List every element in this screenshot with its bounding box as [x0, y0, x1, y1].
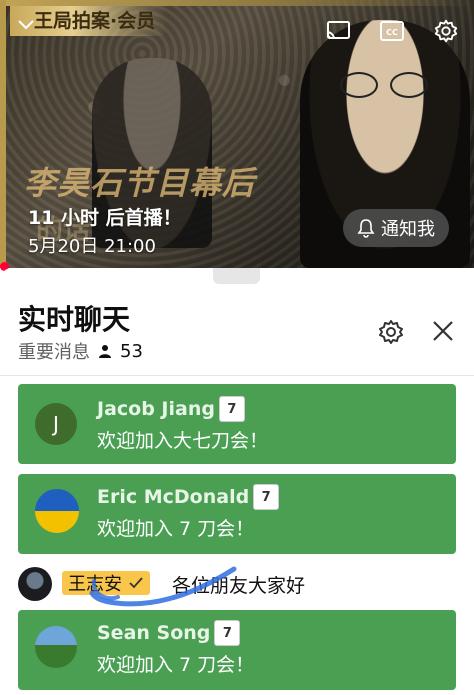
- player-controls: CC: [324, 18, 460, 44]
- membership-card[interactable]: Eric McDonald 7 欢迎加入 7 刀会！: [18, 474, 456, 554]
- close-icon[interactable]: [430, 318, 456, 344]
- person-icon: [99, 345, 111, 358]
- chat-title: 实时聊天: [18, 303, 131, 336]
- premiere-date: 5月20日 21:00: [28, 236, 156, 257]
- premiere-countdown: 11 小时 后首播！: [28, 207, 182, 229]
- author-name-text: 王志安: [68, 574, 122, 595]
- member-badge-icon: 7: [218, 396, 245, 422]
- live-chat-panel: 实时聊天 重要消息 53 J Jacob Jiang 7 欢迎加入大七刀会！ E…: [0, 268, 474, 695]
- captions-icon[interactable]: CC: [378, 18, 406, 44]
- author-name: Sean Song 7: [97, 620, 241, 646]
- member-badge-icon: 7: [214, 620, 241, 646]
- video-show-title: 李昊石节目幕后: [24, 164, 256, 202]
- viewer-count: 53: [120, 340, 143, 362]
- owner-badge: 王志安: [62, 571, 150, 595]
- membership-message: 欢迎加入 7 刀会！: [97, 518, 255, 540]
- notify-me-button[interactable]: 通知我: [343, 209, 449, 247]
- avatar-letter: J: [53, 412, 59, 436]
- gear-icon[interactable]: [432, 18, 460, 44]
- video-frame-left: [0, 0, 6, 268]
- author-name: Jacob Jiang 7: [97, 396, 245, 422]
- author-name-text: Eric McDonald: [97, 486, 250, 508]
- membership-card[interactable]: J Jacob Jiang 7 欢迎加入大七刀会！: [18, 384, 456, 464]
- chevron-down-icon[interactable]: [16, 18, 36, 32]
- avatar: [18, 567, 52, 601]
- chat-message-text: 各位朋友大家好: [172, 575, 306, 597]
- author-name-text: Sean Song: [97, 622, 211, 644]
- author-name: Eric McDonald 7: [97, 484, 280, 510]
- avatar: [35, 489, 79, 533]
- notify-me-label: 通知我: [381, 219, 435, 240]
- bell-icon: [357, 219, 375, 238]
- chat-message-list[interactable]: J Jacob Jiang 7 欢迎加入大七刀会！ Eric McDonald …: [0, 376, 474, 695]
- verified-check-icon: [129, 577, 143, 589]
- thumbnail-glasses: [340, 72, 430, 98]
- membership-card[interactable]: Sean Song 7 欢迎加入 7 刀会！: [18, 610, 456, 690]
- video-player[interactable]: 王局拍案·会员 CC 李昊石节目幕后 的话 11 小时 后首播！ 5月20日 2…: [0, 0, 474, 268]
- svg-text:CC: CC: [386, 28, 398, 37]
- author-name-text: Jacob Jiang: [97, 398, 215, 420]
- chat-message[interactable]: 王志安 各位朋友大家好: [0, 566, 474, 607]
- membership-message: 欢迎加入大七刀会！: [97, 430, 269, 452]
- cast-icon[interactable]: [324, 18, 352, 44]
- chat-filter-label: 重要消息: [18, 342, 90, 363]
- membership-message: 欢迎加入 7 刀会！: [97, 654, 255, 676]
- drag-handle[interactable]: [213, 268, 260, 284]
- avatar: [35, 626, 77, 668]
- chat-settings-icon[interactable]: [377, 318, 405, 346]
- avatar: J: [35, 403, 77, 445]
- chat-filter[interactable]: 重要消息 53: [18, 338, 143, 364]
- member-badge-icon: 7: [253, 484, 280, 510]
